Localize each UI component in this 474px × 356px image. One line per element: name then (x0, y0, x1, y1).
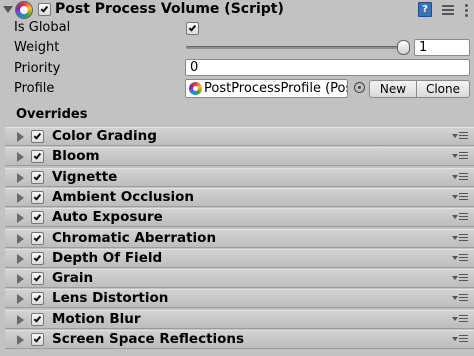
checkmark-icon (33, 212, 42, 221)
checkmark-icon (33, 314, 42, 323)
overrides-heading: Overrides (16, 107, 88, 122)
fold-arrow-icon[interactable] (17, 335, 24, 345)
override-item[interactable]: Depth Of Field (0, 249, 474, 269)
override-checkbox[interactable] (31, 130, 44, 143)
weight-slider-track[interactable] (186, 46, 408, 49)
override-label: Color Grading (52, 128, 157, 144)
override-item[interactable]: Chromatic Aberration (0, 229, 474, 249)
override-checkbox[interactable] (31, 252, 44, 265)
fold-arrow-icon[interactable] (17, 294, 24, 304)
override-menu-icon[interactable] (452, 253, 470, 263)
fold-arrow-icon[interactable] (17, 152, 24, 162)
checkmark-icon (188, 23, 197, 32)
override-menu-icon[interactable] (452, 172, 470, 182)
override-checkbox[interactable] (31, 313, 44, 326)
weight-label: Weight (14, 40, 60, 55)
profile-value: PostProcessProfile (Pos (204, 81, 348, 96)
override-menu-icon[interactable] (452, 334, 470, 344)
override-label: Auto Exposure (52, 209, 163, 225)
override-label: Ambient Occlusion (52, 189, 194, 205)
menu-icon[interactable] (460, 4, 472, 17)
fold-arrow-icon[interactable] (17, 315, 24, 325)
override-checkbox[interactable] (31, 150, 44, 163)
priority-input[interactable]: 0 (185, 59, 470, 76)
override-menu-icon[interactable] (452, 233, 470, 243)
override-menu-icon[interactable] (452, 212, 470, 222)
fold-arrow-icon[interactable] (3, 6, 13, 13)
is-global-label: Is Global (14, 20, 71, 35)
checkmark-icon (33, 172, 42, 181)
presets-icon[interactable] (440, 2, 455, 17)
priority-label: Priority (14, 61, 61, 76)
weight-value: 1 (419, 40, 428, 55)
post-process-profile-icon (189, 82, 202, 95)
weight-input[interactable]: 1 (414, 39, 470, 56)
component-header: Post Process Volume (Script) ? (0, 0, 474, 20)
override-item[interactable]: Bloom (0, 147, 474, 167)
weight-slider-thumb[interactable] (397, 40, 410, 55)
fold-arrow-icon[interactable] (17, 173, 24, 183)
override-item[interactable]: Lens Distortion (0, 289, 474, 309)
fold-arrow-icon[interactable] (17, 213, 24, 223)
checkmark-icon (33, 273, 42, 282)
override-item[interactable]: Vignette (0, 168, 474, 188)
checkmark-icon (33, 334, 42, 343)
override-label: Grain (52, 270, 94, 286)
fold-arrow-icon[interactable] (17, 132, 24, 142)
help-icon[interactable]: ? (418, 2, 432, 17)
post-process-icon (15, 1, 33, 19)
checkmark-icon (33, 253, 42, 262)
override-item[interactable]: Grain (0, 269, 474, 289)
checkmark-icon (40, 4, 49, 13)
override-label: Screen Space Reflections (52, 331, 245, 347)
override-label: Chromatic Aberration (52, 230, 217, 246)
priority-value: 0 (190, 60, 199, 75)
is-global-checkbox[interactable] (186, 22, 199, 35)
new-profile-button[interactable]: New (369, 80, 417, 98)
override-label: Lens Distortion (52, 290, 169, 306)
override-item[interactable]: Motion Blur (0, 310, 474, 330)
override-menu-icon[interactable] (452, 314, 470, 324)
override-checkbox[interactable] (31, 191, 44, 204)
override-checkbox[interactable] (31, 333, 44, 346)
override-checkbox[interactable] (31, 292, 44, 305)
override-menu-icon[interactable] (452, 273, 470, 283)
override-menu-icon[interactable] (452, 151, 470, 161)
override-checkbox[interactable] (31, 272, 44, 285)
fold-arrow-icon[interactable] (17, 274, 24, 284)
override-label: Vignette (52, 169, 118, 185)
fold-arrow-icon[interactable] (17, 234, 24, 244)
override-checkbox[interactable] (31, 171, 44, 184)
override-menu-icon[interactable] (452, 131, 470, 141)
override-checkbox[interactable] (31, 232, 44, 245)
profile-label: Profile (14, 81, 55, 96)
override-label: Motion Blur (52, 311, 141, 327)
checkmark-icon (33, 233, 42, 242)
clone-profile-button[interactable]: Clone (417, 80, 470, 98)
checkmark-icon (33, 131, 42, 140)
fold-arrow-icon[interactable] (17, 193, 24, 203)
override-item[interactable]: Auto Exposure (0, 208, 474, 228)
override-item[interactable]: Ambient Occlusion (0, 188, 474, 208)
checkmark-icon (33, 293, 42, 302)
component-title: Post Process Volume (Script) (55, 1, 284, 17)
override-checkbox[interactable] (31, 211, 44, 224)
override-label: Depth Of Field (52, 250, 163, 266)
checkmark-icon (33, 192, 42, 201)
checkmark-icon (33, 151, 42, 160)
override-menu-icon[interactable] (452, 192, 470, 202)
override-menu-icon[interactable] (452, 293, 470, 303)
object-picker-icon[interactable] (354, 82, 365, 93)
override-item[interactable]: Color Grading (0, 127, 474, 147)
override-item[interactable]: Screen Space Reflections (0, 330, 474, 350)
override-label: Bloom (52, 148, 100, 164)
component-enabled-checkbox[interactable] (38, 3, 51, 16)
profile-object-field[interactable]: PostProcessProfile (Pos (185, 79, 348, 98)
fold-arrow-icon[interactable] (17, 254, 24, 264)
